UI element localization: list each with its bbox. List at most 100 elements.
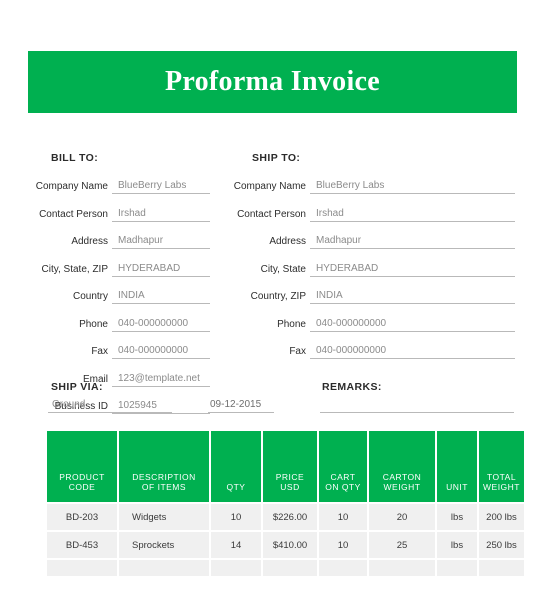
header-line-2: CODE <box>68 482 96 493</box>
cell-product-code[interactable]: BD-203 <box>47 504 117 530</box>
cell-unit[interactable] <box>437 560 477 576</box>
field-label: City, State, ZIP <box>41 263 109 275</box>
bill-to-row-fax: Fax 040-000000000 <box>30 342 210 359</box>
table-row[interactable] <box>47 560 524 576</box>
ship-to-phone-input[interactable]: 040-000000000 <box>310 318 515 332</box>
ship-to-row-city-state: City, State HYDERABAD <box>231 260 515 277</box>
bill-to-row-country: Country INDIA <box>30 287 210 304</box>
field-label: City, State <box>260 263 306 275</box>
ship-to-fields: Company Name BlueBerry Labs Contact Pers… <box>231 177 515 359</box>
bill-to-company-name-input[interactable]: BlueBerry Labs <box>112 180 210 194</box>
cell-carton-weight[interactable] <box>369 560 435 576</box>
cell-unit[interactable]: lbs <box>437 504 477 530</box>
cell-product-code[interactable]: BD-453 <box>47 532 117 558</box>
header-line-2: OF ITEMS <box>141 482 187 493</box>
bill-to-phone-input[interactable]: 040-000000000 <box>112 318 210 332</box>
bill-to-row-phone: Phone 040-000000000 <box>30 315 210 332</box>
bill-to-email-input[interactable]: 123@template.net <box>112 373 210 387</box>
cell-price-usd[interactable]: $410.00 <box>263 532 317 558</box>
header-line-2: ON QTY <box>325 482 361 493</box>
header-line-1: DESCRIPTION <box>132 471 196 482</box>
field-label: Phone <box>79 318 108 330</box>
cell-description[interactable]: Widgets <box>119 504 209 530</box>
cell-cart-on-qty[interactable] <box>319 560 367 576</box>
cell-description[interactable]: Sprockets <box>119 532 209 558</box>
table-row[interactable]: BD-453 Sprockets 14 $410.00 10 25 lbs 25… <box>47 532 524 558</box>
cell-price-usd[interactable]: $226.00 <box>263 504 317 530</box>
header-line-1: CARTON <box>382 471 422 482</box>
cell-price-usd[interactable] <box>263 560 317 576</box>
cell-qty[interactable]: 10 <box>211 504 261 530</box>
field-label: Fax <box>289 346 306 357</box>
field-label: Country, ZIP <box>250 291 306 302</box>
ship-to-row-contact-person: Contact Person Irshad <box>231 205 515 222</box>
cell-qty[interactable] <box>211 560 261 576</box>
remarks-input[interactable] <box>320 399 514 413</box>
cell-cart-on-qty[interactable]: 10 <box>319 532 367 558</box>
ship-to-section: SHIP TO: Company Name BlueBerry Labs Con… <box>231 152 515 370</box>
header-line-1: PRODUCT <box>59 471 105 482</box>
bill-to-city-state-zip-input[interactable]: HYDERABAD <box>112 263 210 277</box>
cell-carton-weight[interactable]: 20 <box>369 504 435 530</box>
cell-product-code[interactable] <box>47 560 117 576</box>
table-row[interactable]: BD-203 Widgets 10 $226.00 10 20 lbs 200 … <box>47 504 524 530</box>
cell-unit[interactable]: lbs <box>437 532 477 558</box>
column-header-total-weight: TOTAL WEIGHT <box>479 431 524 502</box>
column-header-description: DESCRIPTION OF ITEMS <box>119 431 209 502</box>
header-line-2: WEIGHT <box>383 482 421 493</box>
bill-to-contact-person-input[interactable]: Irshad <box>112 208 210 222</box>
header-line-2: USD <box>280 482 300 493</box>
ship-via-input[interactable]: Ground <box>48 399 172 413</box>
ship-to-row-phone: Phone 040-000000000 <box>231 315 515 332</box>
cell-description[interactable] <box>119 560 209 576</box>
ship-to-address-input[interactable]: Madhapur <box>310 235 515 249</box>
remarks-heading: REMARKS: <box>322 381 382 393</box>
invoice-date-input[interactable]: 09-12-2015 <box>208 399 274 413</box>
ship-to-country-zip-input[interactable]: INDIA <box>310 290 515 304</box>
ship-to-heading: SHIP TO: <box>252 152 301 164</box>
column-header-qty: QTY <box>211 431 261 502</box>
ship-to-row-fax: Fax 040-000000000 <box>231 342 515 359</box>
bill-to-row-address: Address Madhapur <box>30 232 210 249</box>
ship-to-city-state-input[interactable]: HYDERABAD <box>310 263 515 277</box>
field-label: Address <box>269 236 306 247</box>
ship-to-company-name-input[interactable]: BlueBerry Labs <box>310 180 515 194</box>
bill-to-fields: Company Name BlueBerry Labs Contact Pers… <box>30 177 210 414</box>
field-label: Company Name <box>233 181 306 192</box>
page-title: Proforma Invoice <box>164 66 380 97</box>
bill-to-row-city-state-zip: City, State, ZIP HYDERABAD <box>30 260 210 277</box>
bill-to-fax-input[interactable]: 040-000000000 <box>112 345 210 359</box>
ship-to-row-country-zip: Country, ZIP INDIA <box>231 287 515 304</box>
column-header-product-code: PRODUCT CODE <box>47 431 117 502</box>
bill-to-row-company-name: Company Name BlueBerry Labs <box>30 177 210 194</box>
column-header-carton-weight: CARTON WEIGHT <box>369 431 435 502</box>
ship-to-contact-person-input[interactable]: Irshad <box>310 208 515 222</box>
field-label: Phone <box>277 318 306 330</box>
field-label: Fax <box>91 346 108 357</box>
header-line-2: UNIT <box>446 482 468 493</box>
bill-to-heading: BILL TO: <box>51 152 99 164</box>
header-line-1: TOTAL <box>486 471 517 482</box>
cell-total-weight[interactable]: 250 lbs <box>479 532 524 558</box>
column-header-unit: UNIT <box>437 431 477 502</box>
header-line-2: QTY <box>226 482 246 493</box>
header-line-2: WEIGHT <box>483 482 520 493</box>
field-label: Address <box>71 236 108 247</box>
ship-via-heading: SHIP VIA: <box>51 381 103 393</box>
bill-to-row-contact-person: Contact Person Irshad <box>30 205 210 222</box>
field-label: Company Name <box>35 181 108 192</box>
ship-to-fax-input[interactable]: 040-000000000 <box>310 345 515 359</box>
cell-cart-on-qty[interactable]: 10 <box>319 504 367 530</box>
cell-qty[interactable]: 14 <box>211 532 261 558</box>
cell-total-weight[interactable]: 200 lbs <box>479 504 524 530</box>
items-table: PRODUCT CODE DESCRIPTION OF ITEMS QTY PR… <box>45 429 526 578</box>
cell-carton-weight[interactable]: 25 <box>369 532 435 558</box>
field-label: Country <box>72 291 108 302</box>
cell-total-weight[interactable] <box>479 560 524 576</box>
field-label: Contact Person <box>237 208 306 220</box>
header-line-1: CART <box>330 471 356 482</box>
invoice-header-banner: Proforma Invoice <box>28 51 517 113</box>
bill-to-address-input[interactable]: Madhapur <box>112 235 210 249</box>
items-table-header-row: PRODUCT CODE DESCRIPTION OF ITEMS QTY PR… <box>47 431 524 502</box>
bill-to-country-input[interactable]: INDIA <box>112 290 210 304</box>
